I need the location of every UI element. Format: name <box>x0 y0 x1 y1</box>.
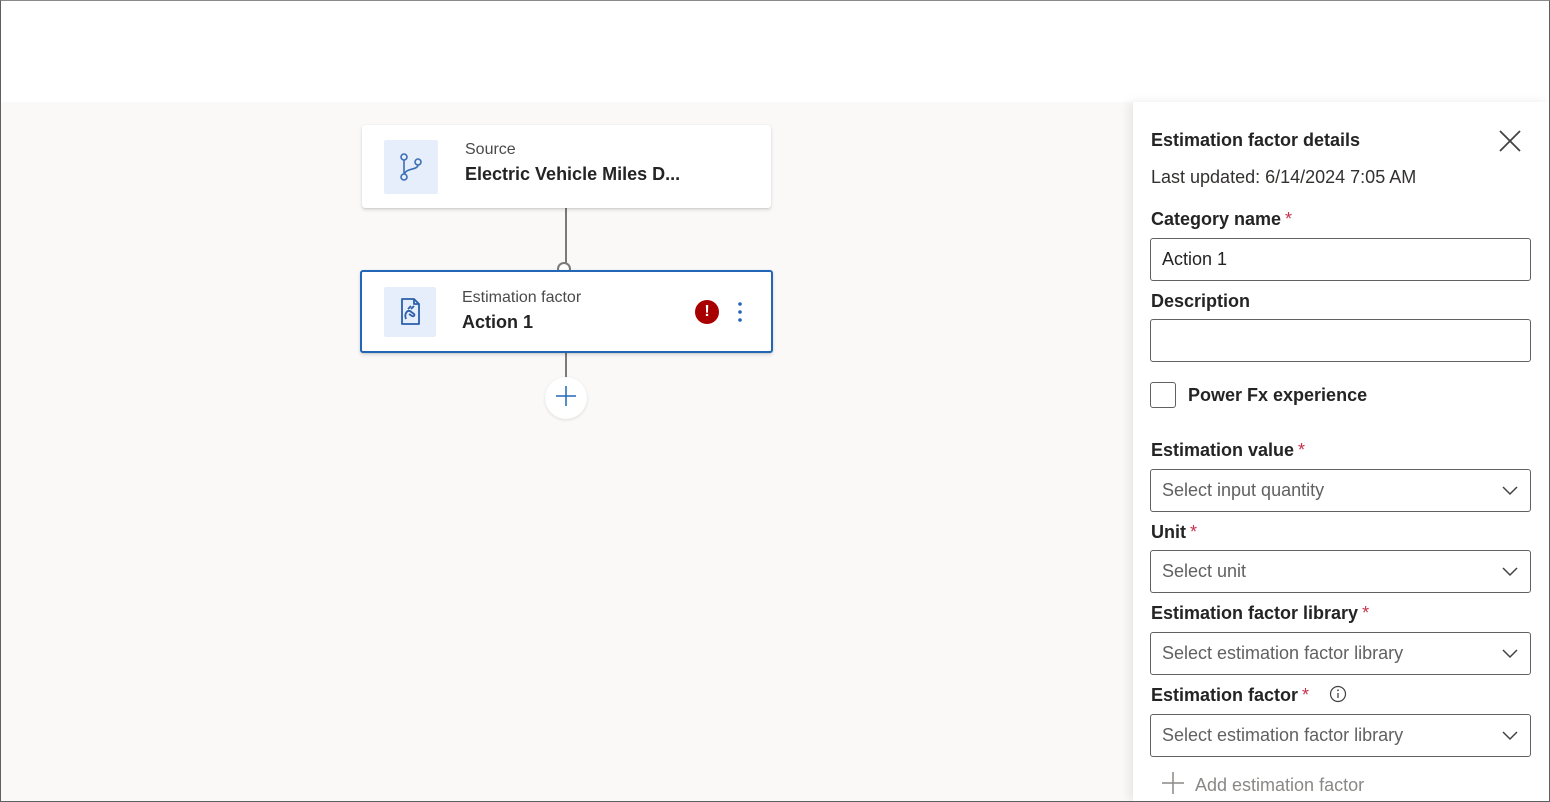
document-hand-icon <box>384 287 436 337</box>
factor-library-select[interactable]: Select estimation factor library <box>1150 632 1531 675</box>
plus-icon <box>1161 771 1185 800</box>
chevron-down-icon <box>1501 648 1519 660</box>
category-name-label-text: Category name <box>1151 209 1282 229</box>
category-name-value: Action 1 <box>1162 249 1228 269</box>
last-updated-text: Last updated: 6/14/2024 7:05 AM <box>1151 167 1417 187</box>
connector-line <box>565 208 567 264</box>
estimation-value-label: Estimation value * <box>1151 440 1305 461</box>
branch-icon <box>384 140 438 194</box>
info-icon[interactable] <box>1329 685 1347 703</box>
panel-title: Estimation factor details <box>1151 130 1361 150</box>
estimation-value-placeholder: Select input quantity <box>1162 480 1325 500</box>
required-marker: * <box>1190 522 1198 542</box>
action-node-title: Action 1 <box>462 312 534 332</box>
estimation-factor-placeholder: Select estimation factor library <box>1162 725 1404 745</box>
estimation-value-label-text: Estimation value <box>1151 440 1295 460</box>
add-estimation-factor-label: Add estimation factor <box>1195 775 1365 795</box>
details-panel: Estimation factor details Last updated: … <box>1133 102 1549 801</box>
app-window: Source Electric Vehicle Miles D... Estim… <box>0 0 1550 802</box>
required-marker: * <box>1362 603 1370 623</box>
top-bar <box>1 1 1549 102</box>
more-vertical-icon[interactable] <box>732 298 748 326</box>
estimation-value-select[interactable]: Select input quantity <box>1150 469 1531 512</box>
add-step-button[interactable] <box>545 377 587 419</box>
factor-library-placeholder: Select estimation factor library <box>1162 643 1404 663</box>
connector-line <box>565 353 567 379</box>
description-input[interactable] <box>1150 319 1531 362</box>
source-node[interactable]: Source Electric Vehicle Miles D... <box>362 125 771 208</box>
required-marker: * <box>1302 685 1310 705</box>
estimation-factor-node[interactable]: Estimation factor Action 1 ! <box>360 270 773 353</box>
power-fx-row: Power Fx experience <box>1150 382 1367 408</box>
unit-label: Unit * <box>1151 522 1197 543</box>
factor-library-label-text: Estimation factor library <box>1151 603 1359 623</box>
source-node-title: Electric Vehicle Miles D... <box>465 164 681 184</box>
description-label: Description <box>1151 291 1251 311</box>
chevron-down-icon <box>1501 730 1519 742</box>
close-button[interactable] <box>1495 128 1525 158</box>
error-icon: ! <box>695 300 719 324</box>
chevron-down-icon <box>1501 566 1519 578</box>
required-marker: * <box>1298 440 1306 460</box>
estimation-factor-label-text: Estimation factor <box>1151 685 1299 705</box>
plus-icon <box>554 384 578 413</box>
required-marker: * <box>1285 209 1293 229</box>
unit-placeholder: Select unit <box>1162 561 1247 581</box>
unit-label-text: Unit <box>1151 522 1186 542</box>
estimation-factor-select[interactable]: Select estimation factor library <box>1150 714 1531 757</box>
category-name-input[interactable]: Action 1 <box>1150 238 1531 281</box>
close-icon <box>1498 129 1522 158</box>
power-fx-checkbox[interactable] <box>1150 382 1176 408</box>
chevron-down-icon <box>1501 485 1519 497</box>
source-node-kicker: Source <box>465 141 516 158</box>
unit-select[interactable]: Select unit <box>1150 550 1531 593</box>
category-name-label: Category name * <box>1151 209 1292 230</box>
power-fx-label: Power Fx experience <box>1188 384 1368 405</box>
add-estimation-factor-button[interactable]: Add estimation factor <box>1161 771 1364 800</box>
estimation-factor-label: Estimation factor * <box>1151 685 1347 706</box>
action-node-kicker: Estimation factor <box>462 289 582 306</box>
factor-library-label: Estimation factor library * <box>1151 603 1369 624</box>
